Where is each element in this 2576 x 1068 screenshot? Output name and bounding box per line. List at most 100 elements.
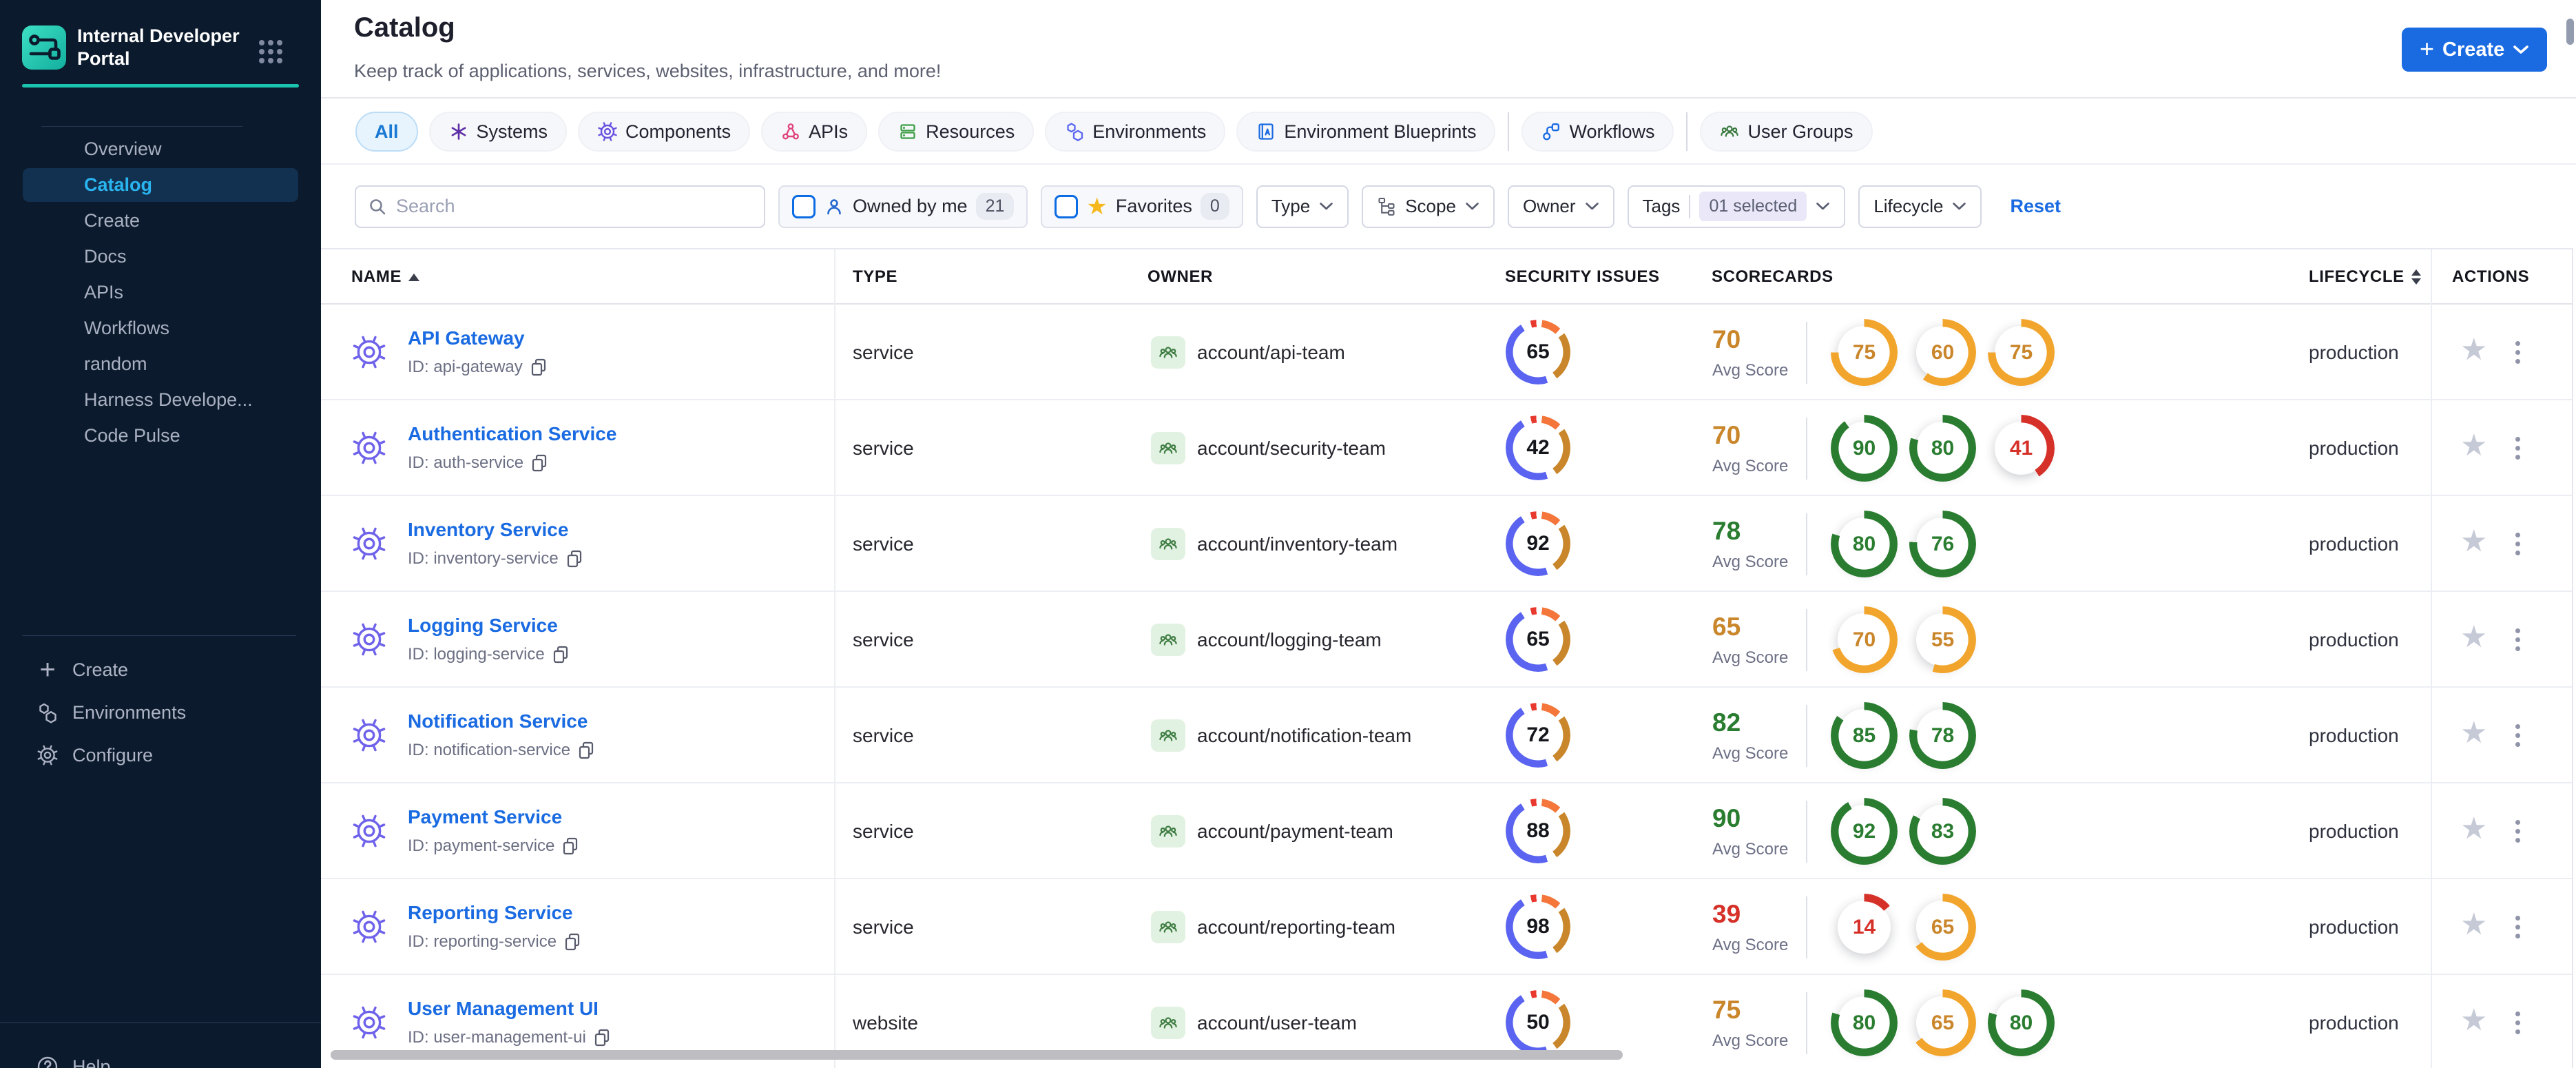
- sidebar-item-random[interactable]: random: [23, 347, 298, 381]
- entity-name-link[interactable]: Payment Service: [408, 806, 579, 828]
- sidebar-item-help[interactable]: Help: [23, 1047, 298, 1068]
- table-row[interactable]: Inventory Service ID: inventory-service se…: [321, 496, 2572, 592]
- table-row[interactable]: API Gateway ID: api-gateway service account…: [321, 305, 2572, 400]
- security-issues-ring: 88: [1506, 799, 1570, 863]
- favorite-star-button[interactable]: ★: [2460, 1005, 2487, 1036]
- tab-user-groups[interactable]: User Groups: [1700, 112, 1873, 152]
- tab-workflows[interactable]: Workflows: [1521, 112, 1674, 152]
- tab-environment-blueprints[interactable]: Environment Blueprints: [1236, 112, 1496, 152]
- chevron-down-icon: [1816, 202, 1830, 211]
- avg-score-label: Avg Score: [1712, 936, 1789, 954]
- type-cell: service: [853, 438, 914, 459]
- vertical-scrollbar-thumb[interactable]: [2566, 19, 2574, 45]
- row-menu-button[interactable]: [2511, 433, 2524, 464]
- table-row[interactable]: Notification Service ID: notification-ser…: [321, 688, 2572, 783]
- entity-id-text: ID: api-gateway: [408, 358, 523, 376]
- sidebar-item-create[interactable]: Create: [23, 204, 298, 238]
- component-gear-icon: [351, 430, 387, 469]
- favorite-star-button[interactable]: ★: [2460, 622, 2487, 653]
- scorecard-value: 80: [1931, 436, 1955, 460]
- sidebar-item-label: Create: [72, 659, 129, 680]
- favorite-star-button[interactable]: ★: [2460, 910, 2487, 940]
- column-header-lifecycle[interactable]: LIFECYCLE: [2309, 267, 2421, 287]
- copy-icon[interactable]: [561, 836, 579, 856]
- row-menu-button[interactable]: [2511, 720, 2524, 751]
- entity-name-link[interactable]: User Management UI: [408, 998, 611, 1020]
- entity-name-link[interactable]: Inventory Service: [408, 519, 583, 541]
- entity-name-link[interactable]: Notification Service: [408, 710, 595, 732]
- filter-dropdown-tags[interactable]: Tags 01 selected: [1627, 185, 1846, 228]
- sidebar-item-apis[interactable]: APIs: [23, 276, 298, 309]
- component-gear-icon: [351, 526, 387, 565]
- favorite-star-button[interactable]: ★: [2460, 431, 2487, 461]
- security-issues-count: 98: [1526, 915, 1550, 938]
- tab-components[interactable]: Components: [578, 112, 751, 152]
- favorites-filter[interactable]: ★ Favorites 0: [1041, 185, 1243, 228]
- create-button[interactable]: + Create: [2402, 28, 2548, 72]
- sidebar-item-create[interactable]: + Create: [23, 650, 298, 689]
- table-row[interactable]: Reporting Service ID: reporting-service se…: [321, 879, 2572, 975]
- horizontal-scrollbar-thumb[interactable]: [331, 1050, 1623, 1060]
- owned-by-me-filter[interactable]: Owned by me 21: [778, 185, 1028, 228]
- favorite-star-button[interactable]: ★: [2460, 335, 2487, 365]
- tab-environments[interactable]: Environments: [1045, 112, 1226, 152]
- column-header-actions: ACTIONS: [2452, 267, 2530, 286]
- favorite-star-button[interactable]: ★: [2460, 526, 2487, 557]
- table-row[interactable]: Authentication Service ID: auth-service se…: [321, 400, 2572, 496]
- row-menu-button[interactable]: [2511, 624, 2524, 655]
- app-switcher-grid-icon[interactable]: [259, 40, 282, 63]
- copy-icon[interactable]: [593, 1028, 611, 1047]
- tab-apis[interactable]: APIs: [761, 112, 868, 152]
- scope-icon: [1377, 196, 1396, 217]
- nav-divider: [41, 126, 242, 127]
- type-cell: service: [853, 629, 914, 650]
- row-menu-button[interactable]: [2511, 337, 2524, 368]
- search-input[interactable]: [396, 196, 753, 217]
- filter-dropdown-owner[interactable]: Owner: [1507, 185, 1614, 228]
- owned-by-me-count: 21: [975, 193, 1015, 220]
- entity-name-link[interactable]: API Gateway: [408, 327, 548, 349]
- favorite-star-button[interactable]: ★: [2460, 718, 2487, 748]
- copy-icon[interactable]: [563, 932, 581, 952]
- sidebar-item-code-pulse[interactable]: Code Pulse: [23, 419, 298, 453]
- scorecard-ring: 80: [1988, 989, 2055, 1056]
- security-issues-count: 92: [1526, 532, 1550, 555]
- row-menu-button[interactable]: [2511, 1007, 2524, 1038]
- sidebar-item-label: Environments: [72, 701, 187, 723]
- tab-resources[interactable]: Resources: [878, 112, 1035, 152]
- reset-filters-link[interactable]: Reset: [2010, 196, 2061, 217]
- favorite-star-button[interactable]: ★: [2460, 814, 2487, 844]
- row-menu-button[interactable]: [2511, 528, 2524, 559]
- tab-all[interactable]: All: [355, 112, 418, 152]
- divider: [1806, 896, 1807, 958]
- sidebar-item-catalog[interactable]: Catalog: [23, 168, 298, 202]
- divider: [1806, 992, 1807, 1054]
- sidebar-item-configure[interactable]: Configure: [23, 736, 298, 774]
- sidebar-item-workflows[interactable]: Workflows: [23, 311, 298, 345]
- copy-icon[interactable]: [577, 741, 595, 760]
- table-row[interactable]: Logging Service ID: logging-service servic…: [321, 592, 2572, 688]
- entity-name-link[interactable]: Logging Service: [408, 615, 570, 637]
- copy-icon[interactable]: [552, 645, 570, 664]
- copy-icon[interactable]: [530, 358, 548, 377]
- sidebar-item-overview[interactable]: Overview: [23, 132, 298, 166]
- favorites-checkbox[interactable]: [1055, 194, 1079, 218]
- row-menu-button[interactable]: [2511, 816, 2524, 847]
- sidebar-item-docs[interactable]: Docs: [23, 240, 298, 274]
- column-header-name[interactable]: NAME: [351, 267, 420, 287]
- table-row[interactable]: Payment Service ID: payment-service servic…: [321, 783, 2572, 879]
- owned-by-me-checkbox[interactable]: [792, 194, 816, 218]
- entity-id-row: ID: api-gateway: [408, 358, 548, 377]
- copy-icon[interactable]: [565, 549, 583, 568]
- sidebar-item-harness-develope[interactable]: Harness Develope...: [23, 383, 298, 417]
- row-menu-button[interactable]: [2511, 912, 2524, 943]
- entity-name-link[interactable]: Authentication Service: [408, 423, 616, 445]
- filter-dropdown-scope[interactable]: Scope: [1362, 185, 1495, 228]
- filter-dropdown-lifecycle[interactable]: Lifecycle: [1858, 185, 1982, 228]
- filter-dropdown-type[interactable]: Type: [1256, 185, 1349, 228]
- copy-icon[interactable]: [530, 453, 548, 473]
- entity-name-link[interactable]: Reporting Service: [408, 902, 581, 924]
- sidebar-item-environments[interactable]: Environments: [23, 693, 298, 732]
- avg-score-label: Avg Score: [1712, 840, 1789, 859]
- tab-systems[interactable]: Systems: [428, 112, 568, 152]
